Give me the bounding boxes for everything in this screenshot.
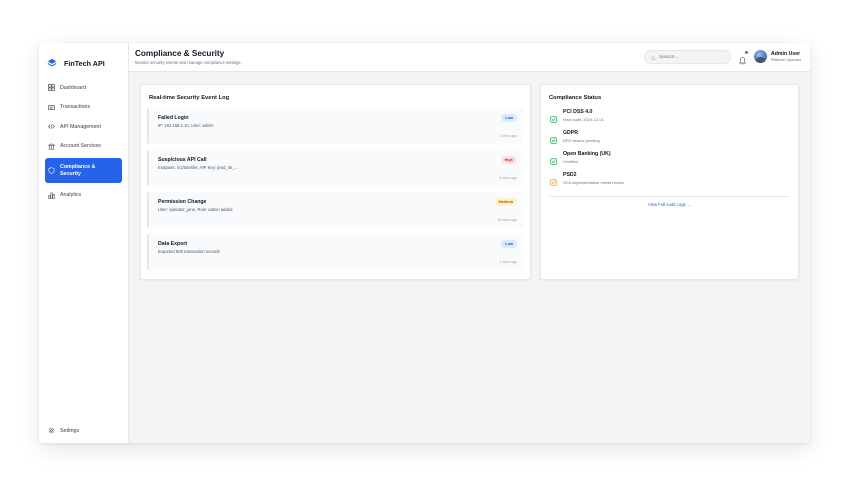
event-detail: User: operator_jane, Role: admin added [158, 207, 233, 212]
event-detail: IP: 192.168.1.10, User: admin [158, 123, 214, 128]
notification-dot [744, 51, 748, 55]
shield-icon [48, 167, 55, 175]
sidebar-item-settings[interactable]: Settings [48, 427, 79, 434]
logo-icon [47, 55, 57, 73]
sidebar-nav: Dashboard Transactions API Management Ac… [39, 80, 128, 203]
shield-warning-icon [550, 173, 557, 186]
event-log-title: Real-time Security Event Log [149, 95, 230, 101]
event-item[interactable]: Failed Login IP: 192.168.1.10, User: adm… [147, 108, 523, 144]
search-box[interactable] [644, 50, 731, 64]
event-time: 1 hour ago [499, 260, 517, 264]
sidebar-item-dashboard[interactable]: Dashboard [39, 80, 128, 95]
sidebar-item-label: Account Services [60, 143, 101, 150]
event-time: 5 mins ago [499, 176, 517, 180]
gear-icon [48, 427, 55, 434]
compliance-item-open-banking[interactable]: Open Banking (UK) Certified [550, 151, 611, 165]
avatar[interactable] [754, 50, 767, 63]
code-icon [48, 123, 55, 130]
view-audit-logs-link[interactable]: View Full Audit Logs → [541, 202, 798, 207]
event-detail: Exported 500 transaction records [158, 249, 220, 254]
notifications-button[interactable] [738, 51, 748, 65]
event-title: Permission Change [158, 199, 207, 205]
sidebar: FinTech API Dashboard Transactions API M… [39, 43, 129, 443]
compliance-name: GDPR [563, 130, 578, 136]
event-item[interactable]: Suspicious API Call Endpoint: /v1/transf… [147, 150, 523, 186]
app-window: FinTech API Dashboard Transactions API M… [39, 43, 810, 443]
security-event-log-card: Real-time Security Event Log Failed Logi… [140, 84, 531, 280]
bell-icon [738, 52, 747, 69]
main-content: Compliance & Security Monitor security e… [129, 43, 810, 443]
divider [550, 196, 789, 197]
compliance-status: DPO review pending [563, 138, 600, 143]
receipt-icon [48, 104, 55, 111]
settings-label: Settings [60, 427, 80, 434]
compliance-item-pci-dss[interactable]: PCI DSS 4.0 Next audit: 2024-12-01 [550, 109, 604, 123]
search-input[interactable] [659, 54, 729, 60]
severity-badge: Low [501, 114, 517, 122]
sidebar-item-label: Compliance & Security [60, 164, 96, 177]
event-title: Failed Login [158, 115, 189, 121]
sidebar-item-label: Transactions [60, 104, 91, 111]
compliance-status: Certified [563, 159, 578, 164]
event-detail: Endpoint: /v1/transfer, API Key: prod_sk… [158, 165, 238, 170]
compliance-status: Next audit: 2024-12-01 [563, 117, 604, 122]
compliance-title: Compliance Status [549, 95, 602, 101]
bar-chart-icon [48, 192, 55, 199]
compliance-status: SCA implementation needs review [563, 180, 624, 185]
shield-check-icon [550, 110, 557, 123]
sidebar-item-label: Analytics [60, 192, 82, 199]
brand-name: FinTech API [64, 59, 105, 68]
grid-icon [48, 84, 55, 91]
severity-badge: High [500, 156, 517, 164]
event-title: Suspicious API Call [158, 157, 207, 163]
severity-badge: Medium [494, 198, 517, 206]
page-title: Compliance & Security [135, 49, 225, 58]
sidebar-item-account-services[interactable]: Account Services [39, 139, 128, 154]
compliance-name: Open Banking (UK) [563, 151, 611, 157]
shield-check-icon [550, 131, 557, 144]
event-item[interactable]: Permission Change User: operator_jane, R… [147, 192, 523, 228]
sidebar-item-analytics[interactable]: Analytics [39, 188, 128, 203]
sidebar-item-api-management[interactable]: API Management [39, 119, 128, 134]
search-icon [651, 48, 656, 66]
event-time: 2 mins ago [499, 134, 517, 138]
brand[interactable]: FinTech API [39, 49, 128, 78]
top-bar: Compliance & Security Monitor security e… [129, 43, 810, 72]
user-role: Platform Operator [771, 58, 802, 62]
compliance-item-gdpr[interactable]: GDPR DPO review pending [550, 130, 600, 144]
compliance-name: PSD2 [563, 172, 577, 178]
sidebar-item-label: Dashboard [60, 84, 86, 91]
event-item[interactable]: Data Export Exported 500 transaction rec… [147, 234, 523, 270]
severity-badge: Low [501, 240, 517, 248]
event-title: Data Export [158, 241, 188, 247]
sidebar-item-compliance-security[interactable]: Compliance & Security [45, 158, 122, 184]
shield-check-icon [550, 152, 557, 165]
user-name[interactable]: Admin User [771, 51, 800, 57]
sidebar-item-transactions[interactable]: Transactions [39, 100, 128, 115]
compliance-item-psd2[interactable]: PSD2 SCA implementation needs review [550, 172, 624, 186]
page-subtitle: Monitor security events and manage compl… [135, 60, 242, 65]
event-time: 15 mins ago [497, 218, 517, 222]
compliance-name: PCI DSS 4.0 [563, 109, 593, 115]
sidebar-item-label: API Management [60, 123, 101, 130]
bank-icon [48, 143, 55, 150]
compliance-status-card: Compliance Status PCI DSS 4.0 Next audit… [540, 84, 799, 280]
